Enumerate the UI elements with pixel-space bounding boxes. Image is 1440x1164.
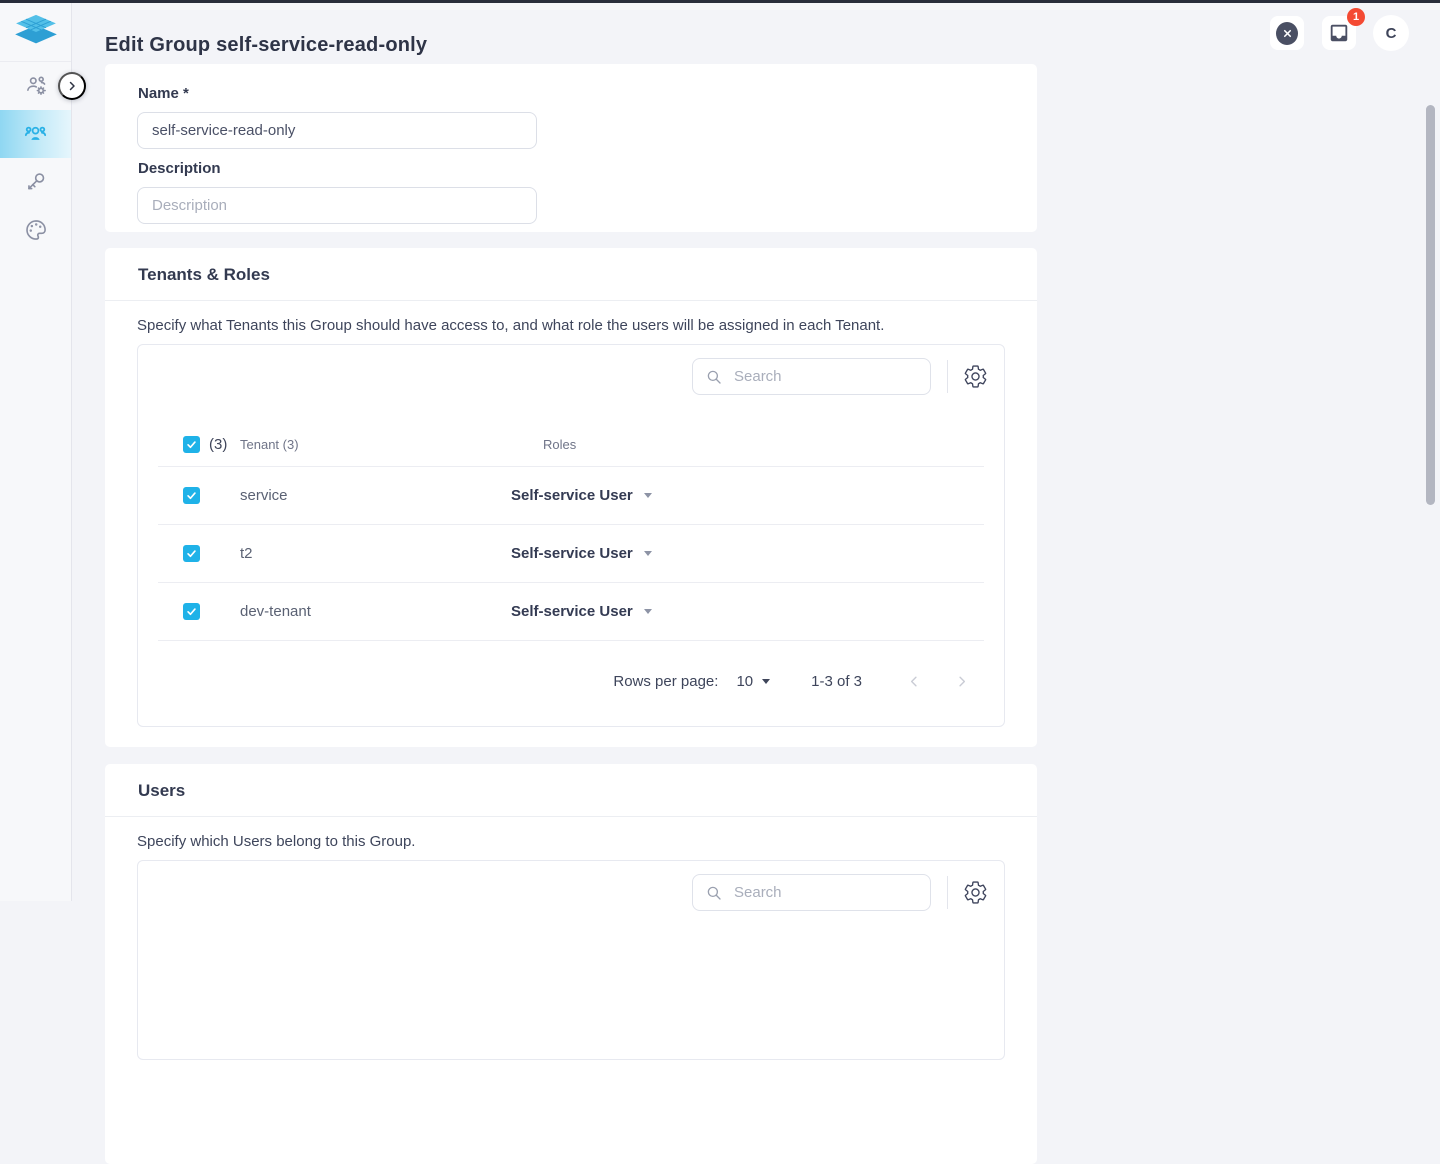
- sidebar: [0, 0, 72, 901]
- pagination: Rows per page: 10 1-3 of 3: [138, 641, 1004, 721]
- users-table: [137, 860, 1005, 1060]
- role-value: Self-service User: [511, 487, 633, 504]
- chevron-down-icon: [644, 609, 652, 614]
- inbox-icon: [1328, 22, 1350, 44]
- table-row: t2 Self-service User: [158, 525, 984, 583]
- tenant-name: dev-tenant: [240, 603, 511, 620]
- rows-per-page-label: Rows per page:: [613, 673, 718, 690]
- vertical-scrollbar[interactable]: [1426, 105, 1435, 505]
- users-table-toolbar: [138, 861, 1004, 911]
- tenants-roles-card: Tenants & Roles Specify what Tenants thi…: [105, 248, 1037, 747]
- group-details-card: Name * Description: [105, 64, 1037, 232]
- chevron-down-icon: [644, 493, 652, 498]
- role-dropdown[interactable]: Self-service User: [511, 545, 984, 562]
- role-dropdown[interactable]: Self-service User: [511, 603, 984, 620]
- roles-column-header: Roles: [511, 437, 984, 452]
- users-section-title: Users: [105, 764, 1037, 817]
- select-all-checkbox[interactable]: [183, 436, 200, 453]
- users-search-box[interactable]: [692, 874, 931, 911]
- tenants-section-title: Tenants & Roles: [105, 248, 1037, 301]
- toolbar-divider: [947, 360, 948, 393]
- chevron-down-icon: [762, 679, 770, 684]
- users-search-input[interactable]: [732, 883, 918, 902]
- tenants-table: (3) Tenant (3) Roles service Self-servic…: [137, 344, 1005, 727]
- tenants-table-settings-button[interactable]: [962, 363, 989, 390]
- role-value: Self-service User: [511, 545, 633, 562]
- palette-icon: [23, 217, 49, 243]
- tenants-section-description: Specify what Tenants this Group should h…: [137, 317, 1005, 334]
- sidebar-item-groups[interactable]: [0, 110, 71, 158]
- select-all-count: (3): [209, 436, 227, 453]
- users-card: Users Specify which Users belong to this…: [105, 764, 1037, 1164]
- tenants-search-input[interactable]: [732, 367, 918, 386]
- tenant-name: service: [240, 487, 511, 504]
- rows-per-page-value: 10: [736, 673, 753, 690]
- search-icon: [705, 368, 723, 386]
- users-section-description: Specify which Users belong to this Group…: [137, 833, 1005, 850]
- previous-page-button[interactable]: [904, 671, 924, 691]
- role-value: Self-service User: [511, 603, 633, 620]
- check-icon: [186, 490, 197, 501]
- row-checkbox[interactable]: [183, 603, 200, 620]
- sidebar-item-secrets[interactable]: [0, 158, 71, 206]
- tenants-table-header-row: (3) Tenant (3) Roles: [158, 423, 984, 467]
- sidebar-expand-button[interactable]: [58, 72, 86, 100]
- search-icon: [705, 884, 723, 902]
- users-table-settings-button[interactable]: [962, 879, 989, 906]
- header-actions: 1 C: [1270, 15, 1409, 51]
- chevron-right-icon: [66, 80, 78, 92]
- next-page-button[interactable]: [951, 671, 971, 691]
- tenant-name: t2: [240, 545, 511, 562]
- tenant-column-header[interactable]: Tenant (3): [240, 437, 511, 452]
- check-icon: [186, 439, 197, 450]
- table-row: dev-tenant Self-service User: [158, 583, 984, 641]
- chevron-down-icon: [644, 551, 652, 556]
- description-label: Description: [138, 160, 1005, 177]
- window-top-strip: [0, 0, 1440, 3]
- layers-logo-icon: [13, 13, 59, 49]
- gear-icon: [963, 364, 988, 389]
- check-icon: [186, 606, 197, 617]
- role-dropdown[interactable]: Self-service User: [511, 487, 984, 504]
- gear-icon: [963, 880, 988, 905]
- close-button[interactable]: [1270, 16, 1304, 50]
- check-icon: [186, 548, 197, 559]
- tenants-search-box[interactable]: [692, 358, 931, 395]
- chevron-left-icon: [906, 673, 923, 690]
- page-range: 1-3 of 3: [811, 673, 862, 690]
- chevron-right-icon: [953, 673, 970, 690]
- groups-icon: [22, 121, 49, 148]
- rows-per-page-select[interactable]: 10: [736, 673, 770, 690]
- toolbar-divider: [947, 876, 948, 909]
- page-title: Edit Group self-service-read-only: [105, 34, 427, 57]
- close-icon: [1276, 22, 1298, 45]
- user-management-icon: [23, 73, 49, 99]
- sidebar-item-theme[interactable]: [0, 206, 71, 254]
- table-row: service Self-service User: [158, 467, 984, 525]
- name-label: Name *: [138, 85, 1005, 102]
- avatar[interactable]: C: [1373, 15, 1409, 51]
- row-checkbox[interactable]: [183, 487, 200, 504]
- name-input[interactable]: [137, 112, 537, 149]
- notifications-button[interactable]: 1: [1322, 16, 1356, 50]
- key-icon: [23, 169, 49, 195]
- app-logo[interactable]: [0, 0, 71, 62]
- description-input[interactable]: [137, 187, 537, 224]
- notification-badge: 1: [1347, 8, 1365, 26]
- tenants-table-toolbar: [138, 345, 1004, 395]
- row-checkbox[interactable]: [183, 545, 200, 562]
